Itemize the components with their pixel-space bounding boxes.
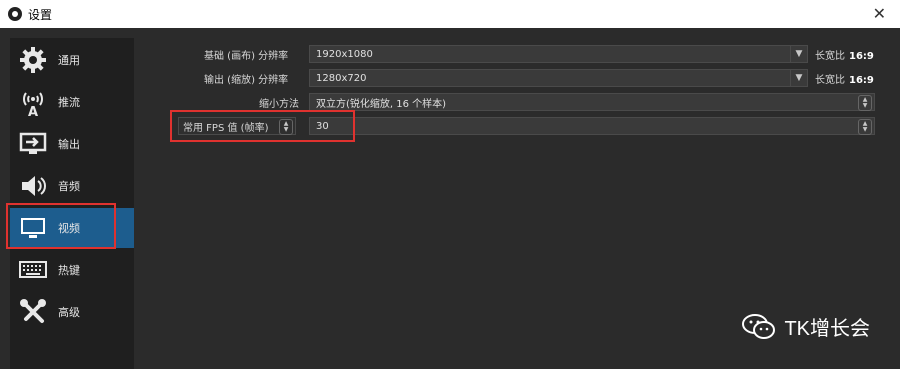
broadcast-icon: A — [16, 85, 50, 119]
fps-value-select[interactable]: 30 ▲ ▼ — [309, 117, 875, 135]
output-aspect: 长宽比 16:9 — [815, 71, 874, 86]
base-aspect: 长宽比 16:9 — [815, 47, 874, 62]
sidebar-item-label: 热键 — [58, 264, 80, 277]
highlight-fps-row — [170, 110, 355, 142]
sidebar-item-advanced[interactable]: 高级 — [10, 292, 134, 332]
title-bar: 设置 ✕ — [0, 0, 900, 28]
watermark: TK增长会 — [742, 312, 870, 341]
chevron-down-icon: ▼ — [790, 46, 807, 62]
sidebar-item-label: 推流 — [58, 96, 80, 109]
speaker-icon — [16, 169, 50, 203]
sidebar-item-label: 输出 — [58, 138, 80, 151]
output-resolution-label: 输出 (缩放) 分辨率 — [204, 75, 289, 86]
sidebar-item-general[interactable]: 通用 — [10, 40, 134, 80]
downscale-filter-select[interactable]: 双立方(锐化缩放, 16 个样本) ▲ ▼ — [309, 93, 875, 111]
aspect-value: 16:9 — [849, 75, 874, 86]
sidebar-item-label: 通用 — [58, 54, 80, 67]
chevron-down-icon: ▼ — [790, 70, 807, 86]
updown-spinner-icon: ▲ ▼ — [858, 95, 872, 111]
keyboard-icon — [16, 253, 50, 287]
sidebar-item-label: 音频 — [58, 180, 80, 193]
sidebar-item-output[interactable]: 输出 — [10, 124, 134, 164]
highlight-video-item — [6, 203, 116, 249]
base-resolution-label: 基础 (画布) 分辨率 — [204, 51, 289, 62]
tools-icon — [16, 295, 50, 329]
updown-spinner-icon: ▲ ▼ — [858, 119, 872, 135]
sidebar-item-stream[interactable]: A 推流 — [10, 82, 134, 122]
sidebar-item-hotkeys[interactable]: 热键 — [10, 250, 134, 290]
aspect-label: 长宽比 — [815, 51, 845, 62]
output-icon — [16, 127, 50, 161]
watermark-text: TK增长会 — [784, 318, 870, 340]
svg-text:A: A — [28, 105, 38, 117]
aspect-label: 长宽比 — [815, 75, 845, 86]
aspect-value: 16:9 — [849, 51, 874, 62]
sidebar-item-label: 高级 — [58, 306, 80, 319]
sidebar-item-audio[interactable]: 音频 — [10, 166, 134, 206]
base-resolution-select[interactable]: 1920x1080 ▼ — [309, 45, 808, 63]
base-resolution-value: 1920x1080 — [316, 48, 373, 60]
downscale-filter-label: 缩小方法 — [259, 99, 299, 110]
gear-icon — [16, 43, 50, 77]
downscale-filter-value: 双立方(锐化缩放, 16 个样本) — [316, 98, 447, 110]
output-resolution-select[interactable]: 1280x720 ▼ — [309, 69, 808, 87]
close-icon[interactable]: ✕ — [873, 4, 886, 23]
window-title: 设置 — [28, 7, 53, 22]
wechat-icon — [742, 313, 776, 341]
obs-app-icon — [8, 7, 22, 21]
output-resolution-value: 1280x720 — [316, 72, 367, 84]
